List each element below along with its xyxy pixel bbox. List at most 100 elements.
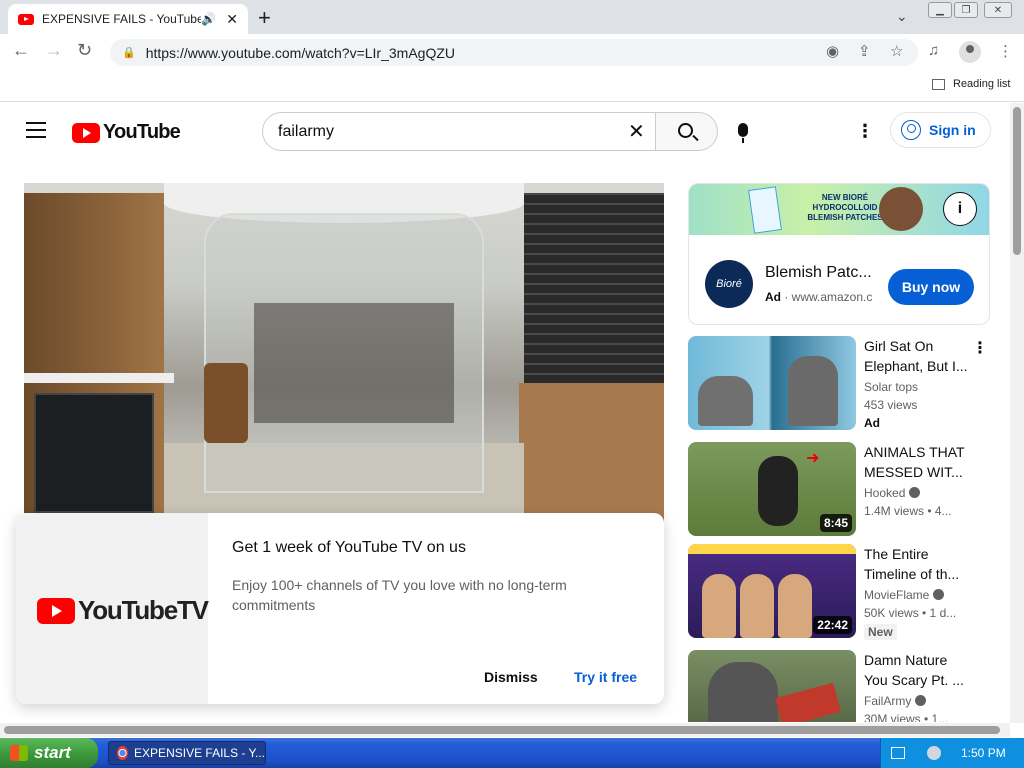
close-tab-icon[interactable]: ✕ [226, 11, 238, 28]
horizontal-scrollbar[interactable] [0, 723, 1010, 737]
new-tab-icon[interactable]: + [258, 5, 271, 31]
chrome-menu-icon[interactable]: ⋮ [998, 42, 1013, 60]
more-options-icon[interactable]: ⋮ [972, 338, 988, 358]
channel-name[interactable]: FailArmy [864, 694, 927, 708]
video-thumbnail[interactable] [688, 650, 856, 722]
close-window-icon[interactable]: ✕ [984, 2, 1012, 18]
reading-list-button[interactable]: Reading list [932, 78, 1010, 90]
video-scene-wine-wall [524, 193, 664, 393]
video-title[interactable]: Girl Sat On Elephant, But I... [864, 336, 974, 376]
try-it-free-button[interactable]: Try it free [574, 669, 637, 685]
start-button[interactable]: start [0, 738, 98, 768]
video-meta: 30M views • 1... [864, 712, 949, 722]
minimize-window-icon[interactable]: ▁ [928, 2, 952, 18]
verified-check-icon [933, 589, 945, 600]
recommendation-item[interactable]: ➜ 8:45 ANIMALS THAT MESSED WIT... Hooked… [688, 442, 990, 538]
video-title[interactable]: Damn Nature You Scary Pt. ... [864, 650, 974, 690]
brand-logo: Bioré [705, 260, 753, 308]
video-thumbnail[interactable]: ➜ 8:45 [688, 442, 856, 536]
speaker-icon[interactable]: 🔊 [201, 12, 216, 26]
back-arrow-icon[interactable]: ← [12, 40, 30, 61]
reading-list-label: Reading list [953, 78, 1011, 90]
youtube-tv-promo: YouTubeTV Get 1 week of YouTube TV on us… [16, 513, 664, 704]
clock: 1:50 PM [961, 746, 1006, 760]
youtube-tv-logo: YouTubeTV [37, 595, 209, 626]
thumb-art [708, 662, 778, 722]
clear-search-icon[interactable]: ✕ [628, 119, 645, 144]
promo-title: Get 1 week of YouTube TV on us [232, 539, 466, 556]
promo-description: Enjoy 100+ channels of TV you love with … [232, 577, 567, 613]
video-player[interactable] [24, 183, 664, 523]
search-box[interactable] [262, 112, 656, 151]
scrollbar-thumb[interactable] [1013, 107, 1021, 255]
recommendation-item[interactable]: 22:42 The Entire Timeline of th... Movie… [688, 544, 990, 640]
reading-list-icon [932, 78, 945, 90]
thumb-art [698, 376, 753, 426]
dismiss-button[interactable]: Dismiss [484, 669, 538, 685]
keyboard-icon[interactable] [891, 747, 905, 759]
search-icon [678, 123, 693, 138]
verified-check-icon [909, 487, 921, 498]
youtube-header: YouTube ✕ ⋮ Sign in [0, 103, 1010, 159]
start-label: start [34, 743, 71, 762]
video-meta: 453 views [864, 398, 918, 412]
reload-icon[interactable]: ↻ [77, 40, 92, 61]
channel-name-text: FailArmy [864, 694, 912, 708]
promo-logo-area: YouTubeTV [16, 513, 209, 704]
ad-banner[interactable]: NEW BIORÉ HYDROCOLLOID BLEMISH PATCHES i [689, 184, 989, 235]
taskbar-item-label: EXPENSIVE FAILS - Y... [134, 746, 265, 760]
product-pack-image [748, 186, 782, 234]
share-icon[interactable]: ⇪ [858, 42, 871, 60]
thumb-art [758, 456, 798, 526]
microphone-icon[interactable] [738, 123, 748, 143]
vertical-scrollbar[interactable] [1010, 103, 1024, 723]
system-tray: 1:50 PM [880, 738, 1024, 768]
ad-banner-text: NEW BIORÉ HYDROCOLLOID BLEMISH PATCHES [807, 193, 883, 222]
profile-avatar-icon[interactable] [959, 41, 981, 63]
thumb-art [740, 574, 774, 638]
search-input[interactable] [278, 122, 608, 141]
restore-window-icon[interactable]: ❐ [954, 2, 978, 18]
thumb-art [775, 682, 841, 722]
youtube-logo[interactable]: YouTube [72, 121, 181, 144]
taskbar-chrome-item[interactable]: EXPENSIVE FAILS - Y... [108, 741, 266, 765]
buy-now-button[interactable]: Buy now [888, 269, 974, 305]
media-control-icon[interactable]: ♫ [928, 42, 939, 59]
channel-name[interactable]: Hooked [864, 486, 921, 500]
ad-info-icon[interactable]: i [943, 192, 977, 226]
bookmarks-bar: Reading list [0, 70, 1024, 102]
bookmark-star-icon[interactable]: ☆ [890, 42, 903, 60]
search-button[interactable] [656, 112, 718, 151]
youtube-play-icon [72, 122, 100, 143]
account-circle-icon [901, 120, 921, 140]
video-scene-left-shelf [24, 193, 164, 523]
channel-name-text: Hooked [864, 486, 906, 500]
recommendation-item[interactable]: Girl Sat On Elephant, But I... Solar top… [688, 336, 990, 432]
hide-eye-icon[interactable]: ◉ [826, 42, 839, 60]
recommendation-item[interactable]: Damn Nature You Scary Pt. ... FailArmy 3… [688, 650, 990, 722]
browser-tab-active[interactable]: EXPENSIVE FAILS - YouTube 🔊 ✕ [8, 4, 248, 34]
ad-card[interactable]: NEW BIORÉ HYDROCOLLOID BLEMISH PATCHES i… [688, 183, 990, 325]
tab-search-chevron-icon[interactable]: ⌄ [896, 8, 908, 25]
network-icon[interactable] [927, 746, 941, 760]
sign-in-button[interactable]: Sign in [890, 112, 991, 148]
lock-icon[interactable]: 🔒 [122, 46, 136, 59]
ad-info-line: Ad · www.amazon.c [765, 290, 873, 304]
video-thumbnail[interactable] [688, 336, 856, 430]
hamburger-menu-icon[interactable] [26, 122, 46, 138]
video-title[interactable]: ANIMALS THAT MESSED WIT... [864, 442, 974, 482]
chrome-icon [117, 746, 129, 760]
forward-arrow-icon[interactable]: → [45, 40, 63, 61]
video-scene-wine-rack [519, 383, 664, 523]
ad-label: Ad [765, 290, 781, 304]
thumb-art [688, 544, 856, 554]
video-title[interactable]: The Entire Timeline of th... [864, 544, 974, 584]
settings-more-icon[interactable]: ⋮ [856, 121, 874, 142]
thumb-art [702, 574, 736, 638]
ad-title[interactable]: Blemish Patc... [765, 264, 872, 282]
address-bar[interactable]: 🔒 https://www.youtube.com/watch?v=LIr_3m… [110, 39, 918, 66]
video-thumbnail[interactable]: 22:42 [688, 544, 856, 638]
channel-name[interactable]: MovieFlame [864, 588, 945, 602]
channel-name[interactable]: Solar tops [864, 380, 918, 394]
scrollbar-thumb[interactable] [4, 726, 1000, 734]
